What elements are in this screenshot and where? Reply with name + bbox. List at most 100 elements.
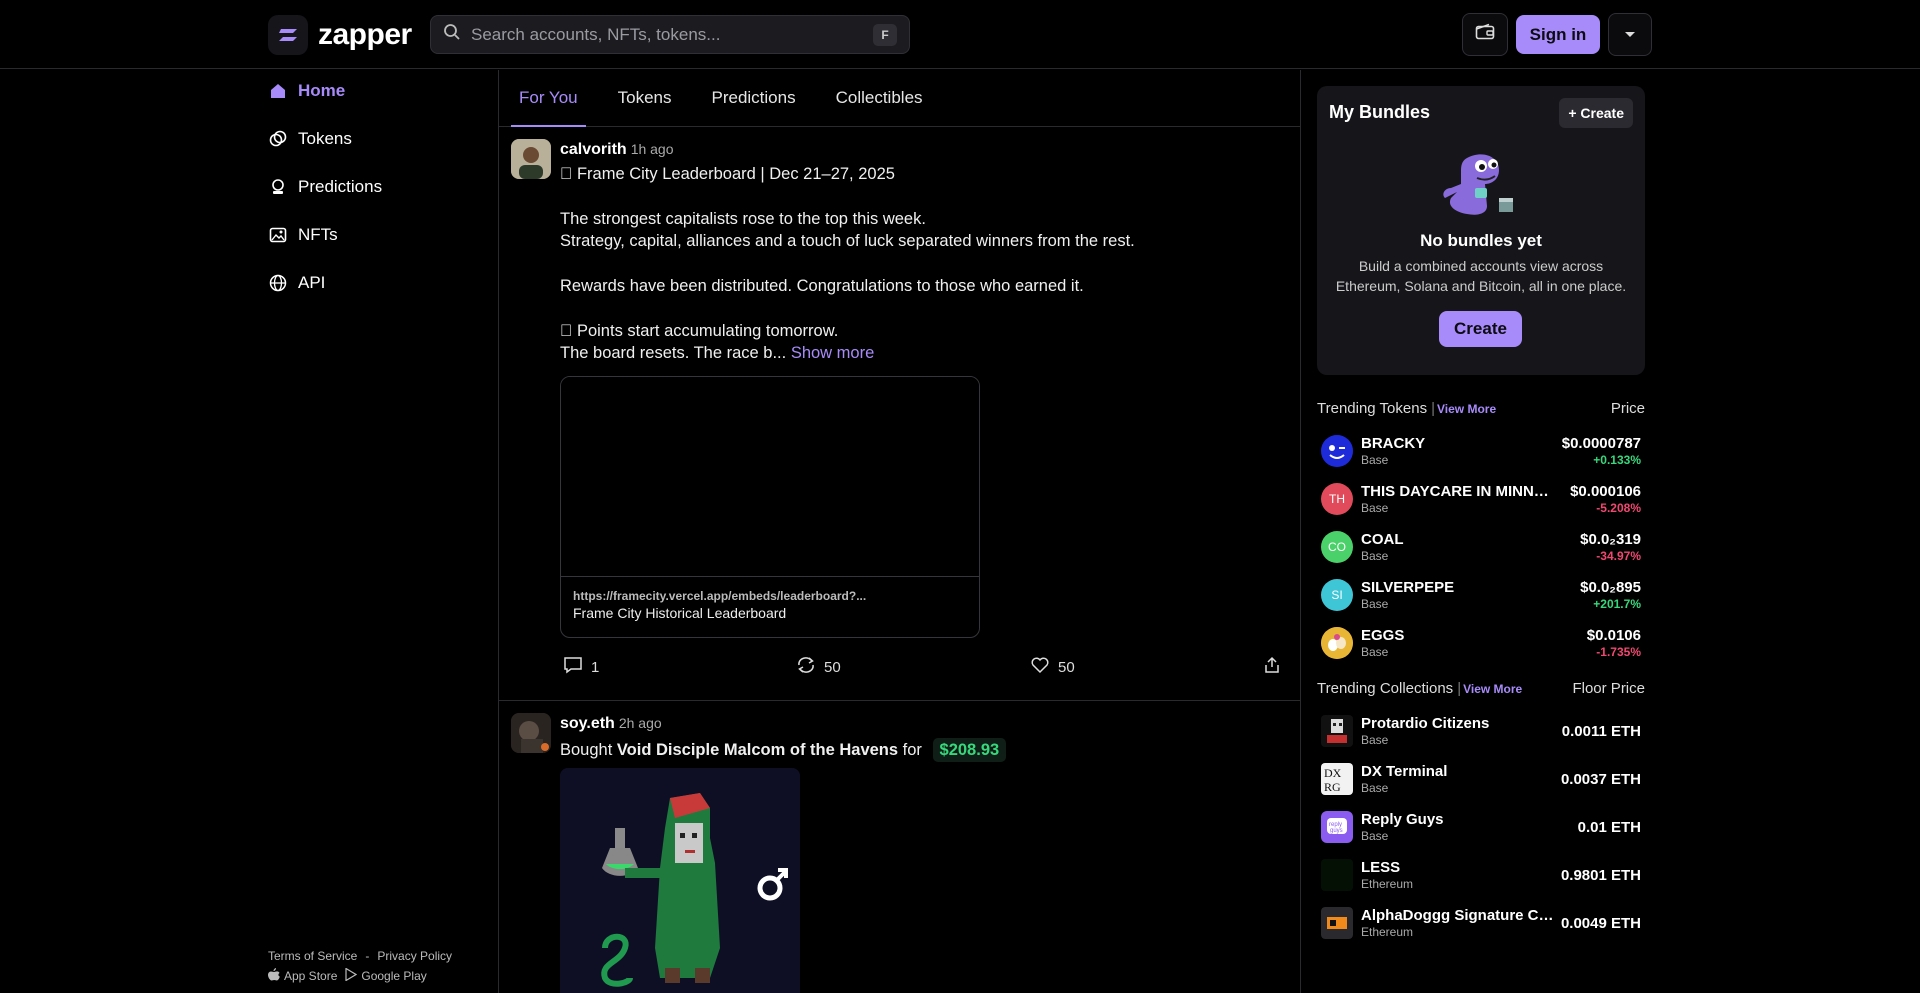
sidebar-item-home[interactable]: Home [268, 76, 345, 106]
home-icon [268, 81, 288, 101]
sidebar-item-label: NFTs [298, 225, 338, 244]
post-header: soy.eth 2h ago [560, 715, 1300, 733]
token-price: $0.0106 [1586, 627, 1641, 644]
sidebar-item-label: Tokens [298, 129, 352, 148]
svg-text:DX: DX [1324, 766, 1342, 780]
create-bundle-small-button[interactable]: + Create [1559, 98, 1633, 128]
sidebar-item-predictions[interactable]: Predictions [268, 172, 382, 202]
floor-price-column-label: Floor Price [1572, 680, 1645, 697]
google-play-link[interactable]: Google Play [361, 969, 426, 983]
collection-floor-price: 0.01 ETH [1577, 819, 1641, 836]
token-row[interactable]: CO COAL Base $0.0₂319 -34.97% [1317, 522, 1645, 570]
collection-icon: DX RG [1321, 763, 1353, 795]
avatar[interactable] [511, 139, 551, 179]
collection-row[interactable]: reply guys Reply Guys Base 0.01 ETH [1317, 802, 1645, 850]
like-button[interactable]: 50 [1030, 656, 1075, 678]
tab-tokens[interactable]: Tokens [610, 70, 680, 126]
sidebar-item-label: Predictions [298, 177, 383, 196]
predictions-icon [268, 177, 288, 197]
nft-icon [268, 225, 288, 245]
app-store-link[interactable]: App Store [284, 969, 337, 983]
token-icon: CO [1321, 531, 1353, 563]
search-bar[interactable]: F [430, 15, 910, 54]
trending-collections-view-more[interactable]: View More [1463, 682, 1522, 696]
sidebar-item-api[interactable]: API [268, 268, 325, 298]
right-panel: My Bundles + Create No bundles yet Build… [1317, 86, 1645, 946]
footer-separator: - [365, 949, 370, 963]
token-change: +0.133% [1593, 453, 1641, 467]
token-row[interactable]: SI SILVERPEPE Base $0.0₂895 +201.7% [1317, 570, 1645, 618]
dinosaur-illustration-icon [1437, 148, 1517, 220]
recast-button[interactable]: 50 [796, 656, 841, 678]
bundles-description: Build a combined accounts view across Et… [1317, 256, 1645, 296]
post-author[interactable]: soy.eth [560, 715, 615, 732]
comment-icon [563, 656, 591, 678]
avatar[interactable] [511, 713, 551, 753]
tab-for-you[interactable]: For You [511, 70, 586, 127]
purchase-text: Bought Void Disciple Malcom of the Haven… [560, 738, 1300, 762]
embed-url: https://framecity.vercel.app/embeds/lead… [573, 589, 867, 603]
collection-chain: Base [1361, 781, 1389, 795]
collection-name: LESS [1361, 859, 1401, 876]
trending-collections-header: Trending Collections | View More Floor Pri… [1317, 680, 1645, 700]
collection-icon: reply guys [1321, 811, 1353, 843]
menu-dropdown-button[interactable] [1608, 13, 1652, 56]
feed-post[interactable]: calvorith 1h ago 󰀄 Frame City Leaderboard… [499, 127, 1300, 701]
nft-image[interactable] [560, 768, 800, 993]
token-icon [1321, 435, 1353, 467]
token-row[interactable]: TH THIS DAYCARE IN MINNESOTABase $0.000106… [1317, 474, 1645, 522]
search-input[interactable] [471, 24, 873, 45]
create-bundle-button[interactable]: Create [1439, 311, 1522, 347]
token-abbr: TH [1329, 492, 1345, 506]
embed-image [561, 377, 979, 577]
post-line: 󰀄 Frame City Leaderboard | Dec 21–27, 20… [560, 165, 895, 183]
purchased-item[interactable]: Void Disciple Malcom of the Havens [617, 741, 898, 759]
token-price: $0.0₂319 [1580, 531, 1641, 548]
privacy-link[interactable]: Privacy Policy [377, 949, 452, 963]
post-header: calvorith 1h ago [560, 141, 1300, 159]
post-line: 󰀄 Points start accumulating tomorrow. [560, 322, 839, 340]
top-bar: zapper F Sign in [0, 0, 1920, 69]
wallet-button[interactable] [1462, 13, 1508, 56]
zapper-logo[interactable]: zapper [268, 15, 412, 55]
frame-embed[interactable]: https://framecity.vercel.app/embeds/lead… [560, 376, 980, 638]
bundles-title: My Bundles [1329, 102, 1431, 122]
collection-chain: Base [1361, 829, 1389, 843]
left-sidebar: Home Tokens Predictions NFTs API Terms o… [0, 70, 499, 993]
post-line: The strongest capitalists rose to the to… [560, 210, 926, 228]
sidebar-item-nfts[interactable]: NFTs [268, 220, 338, 250]
collection-chain: Ethereum [1361, 925, 1414, 939]
token-icon [1321, 627, 1353, 659]
no-bundles-title: No bundles yet [1420, 231, 1542, 250]
bundles-desc-line: Build a combined accounts view across [1358, 258, 1604, 274]
sidebar-item-tokens[interactable]: Tokens [268, 124, 352, 154]
token-chain: Base [1361, 645, 1389, 659]
token-row[interactable]: EGGS Base $0.0106 -1.735% [1317, 618, 1645, 666]
sidebar-footer: Terms of Service - Privacy Policy App St… [268, 946, 460, 986]
sign-in-button[interactable]: Sign in [1516, 15, 1600, 54]
post-author[interactable]: calvorith [560, 141, 627, 158]
recast-count: 50 [824, 658, 841, 676]
feed-tabs: For You Tokens Predictions Collectibles [499, 70, 1300, 127]
trending-tokens-view-more[interactable]: View More [1437, 402, 1496, 416]
feed-post[interactable]: soy.eth 2h ago Bought Void Disciple Malco… [499, 701, 1300, 993]
trending-tokens-header: Trending Tokens | View More Price [1317, 400, 1645, 420]
collection-row[interactable]: DX RG DX Terminal Base 0.0037 ETH [1317, 754, 1645, 802]
token-row[interactable]: BRACKY Base $0.0000787 +0.133% [1317, 426, 1645, 474]
comment-count: 1 [591, 658, 600, 676]
collection-row[interactable]: AlphaDoggg Signature CollectionEthereum 0… [1317, 898, 1645, 946]
comment-button[interactable]: 1 [563, 656, 599, 678]
tab-predictions[interactable]: Predictions [703, 70, 803, 126]
header-separator: | [1431, 400, 1435, 417]
terms-link[interactable]: Terms of Service [268, 949, 357, 963]
show-more-link[interactable]: Show more [791, 344, 874, 362]
share-button[interactable] [1263, 656, 1289, 678]
token-chain: Base [1361, 549, 1389, 563]
collection-row[interactable]: Protardio Citizens Base 0.0011 ETH [1317, 706, 1645, 754]
post-time: 1h ago [630, 141, 674, 157]
recast-icon [796, 656, 824, 678]
collection-row[interactable]: LESS Ethereum 0.9801 ETH [1317, 850, 1645, 898]
token-name: EGGS [1361, 627, 1405, 644]
price-column-label: Price [1610, 400, 1645, 417]
tab-collectibles[interactable]: Collectibles [828, 70, 931, 126]
